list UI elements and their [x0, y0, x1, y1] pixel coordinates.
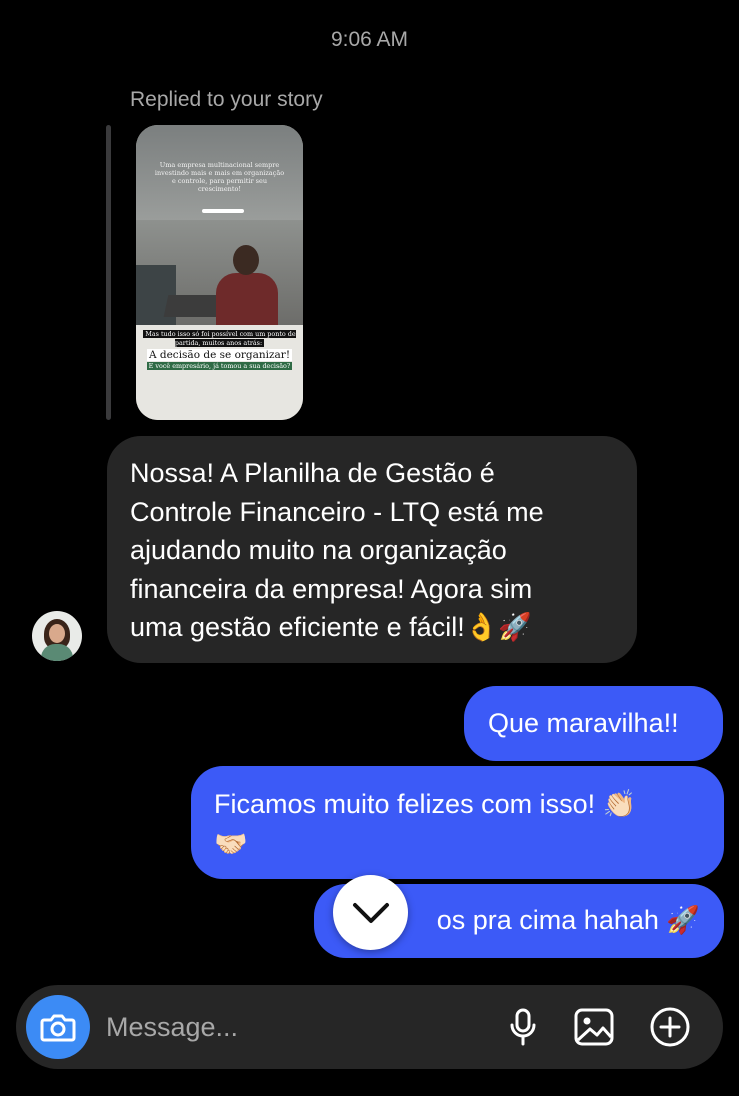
outgoing-message-bubble[interactable]: Que maravilha!! [464, 686, 723, 761]
more-options-button[interactable] [648, 1005, 692, 1049]
message-timestamp: 9:06 AM [330, 28, 409, 51]
camera-icon [40, 1014, 76, 1042]
story-text-line: Mas tudo isso só foi possível com um pon… [136, 330, 303, 348]
incoming-message-bubble[interactable]: Nossa! A Planilha de Gestão é Controle F… [107, 436, 637, 663]
incoming-message-text: Nossa! A Planilha de Gestão é Controle F… [130, 458, 544, 642]
story-text-line: E você empresário, já tomou a sua decisã… [136, 362, 303, 371]
reply-indicator-bar [106, 125, 111, 420]
story-person-head [233, 245, 259, 275]
story-text-line-1: Mas tudo isso só foi possível com um pon… [143, 330, 296, 347]
voice-message-button[interactable] [501, 1005, 545, 1049]
sender-avatar[interactable] [32, 611, 82, 661]
story-reply-label: Replied to your story [130, 88, 323, 111]
story-text-line-2: A decisão de se organizar! [146, 349, 293, 361]
story-caption: Uma empresa multinacional sempre investi… [154, 161, 285, 193]
chevron-down-icon [352, 902, 389, 923]
outgoing-message-bubble[interactable]: Ficamos muito felizes com isso! 👏🏻 🤝🏻 [191, 766, 724, 879]
microphone-icon [510, 1008, 536, 1046]
image-icon [574, 1008, 614, 1046]
message-input[interactable] [106, 1007, 486, 1047]
gallery-button[interactable] [572, 1005, 616, 1049]
plus-circle-icon [650, 1007, 690, 1047]
story-text-line-3: E você empresário, já tomou a sua decisã… [146, 362, 293, 370]
ceiling-light [202, 209, 244, 213]
story-text-line: A decisão de se organizar! [136, 349, 303, 361]
story-laptop [163, 295, 223, 317]
message-composer [16, 985, 723, 1069]
story-person [216, 273, 278, 333]
camera-button[interactable] [26, 995, 90, 1059]
scroll-to-bottom-button[interactable] [333, 875, 408, 950]
avatar-body [41, 644, 73, 661]
avatar-face [49, 624, 65, 643]
story-thumbnail[interactable]: Uma empresa multinacional sempre investi… [136, 125, 303, 420]
